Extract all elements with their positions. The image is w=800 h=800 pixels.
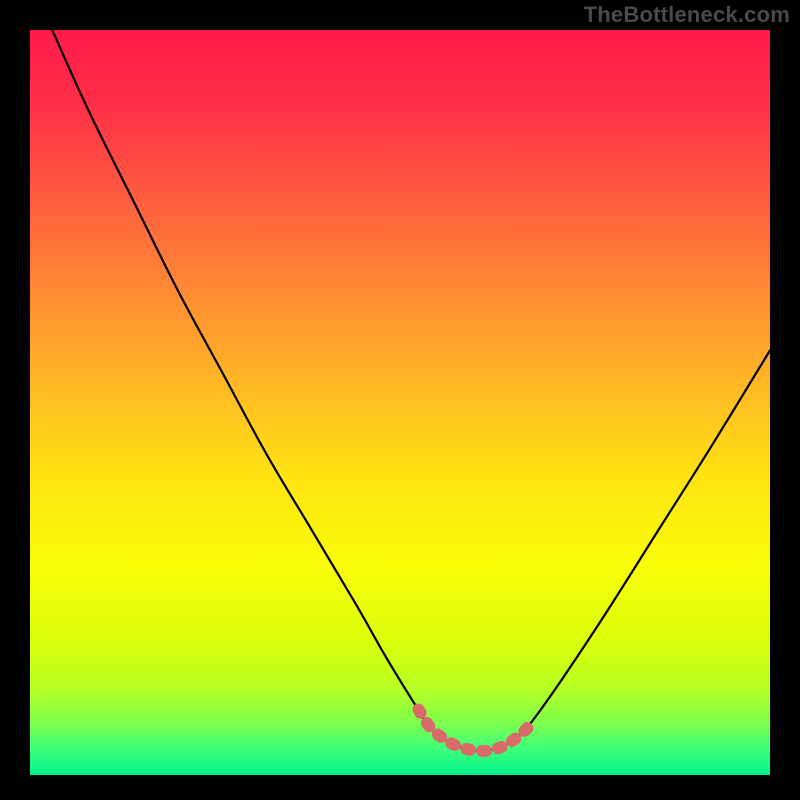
chart-frame: TheBottleneck.com: [0, 0, 800, 800]
plot-area: [30, 30, 770, 775]
watermark-text: TheBottleneck.com: [584, 2, 790, 28]
optimal-band-highlight: [419, 709, 530, 751]
curve-layer: [30, 30, 770, 775]
bottleneck-curve: [52, 30, 770, 751]
